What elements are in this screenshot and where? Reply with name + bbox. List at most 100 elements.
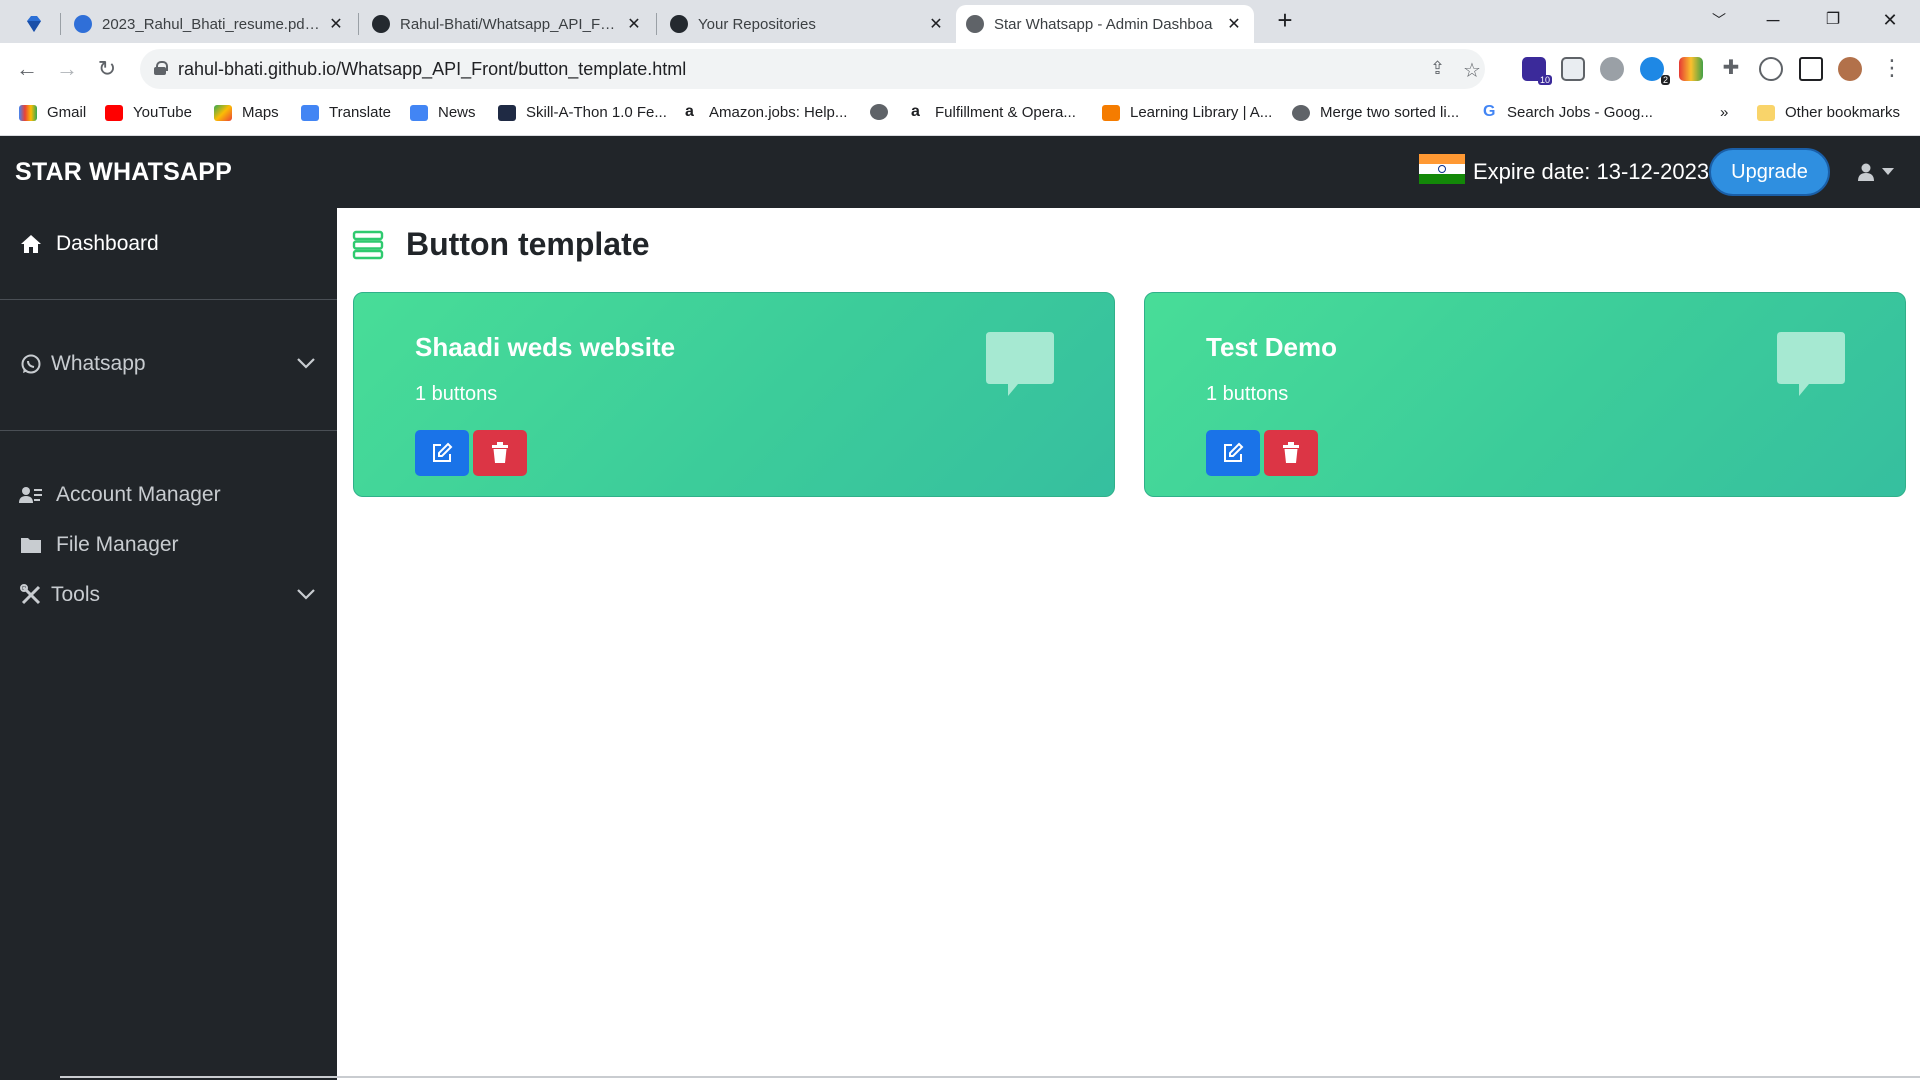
page-title: Button template [406, 226, 650, 262]
google-icon: G [1483, 102, 1496, 120]
bookmark-merge-sorted[interactable]: Merge two sorted li... [1292, 104, 1459, 121]
tab-title: Star Whatsapp - Admin Dashboa [994, 15, 1213, 33]
calendar-extension-icon[interactable] [1561, 57, 1585, 81]
settings-extension-icon[interactable] [1600, 57, 1624, 81]
browser-tab-strip: 2023_Rahul_Bhati_resume.pdf - P ✕ Rahul-… [0, 0, 1920, 43]
gmail-icon [19, 104, 37, 121]
server-stack-icon [352, 230, 384, 259]
page-header: Button template [352, 226, 650, 263]
share-icon[interactable]: ⇪ [1430, 58, 1445, 79]
news-icon [410, 104, 428, 121]
address-bar[interactable]: rahul-bhati.github.io/Whatsapp_API_Front… [140, 49, 1485, 89]
edit-icon [1224, 442, 1244, 462]
tab-title: 2023_Rahul_Bhati_resume.pdf - P [102, 15, 320, 33]
bookmark-maps[interactable]: Maps [214, 104, 279, 121]
sidebar-item-file-manager[interactable]: File Manager [0, 525, 337, 565]
edit-button[interactable] [1206, 430, 1260, 476]
bookmark-skill-a-thon[interactable]: Skill-A-Thon 1.0 Fe... [498, 104, 667, 121]
close-tab-icon[interactable]: ✕ [926, 14, 946, 34]
tab-github-repo[interactable]: Rahul-Bhati/Whatsapp_API_Front ✕ [362, 5, 654, 43]
puzzle-icon[interactable]: ✚ [1719, 57, 1743, 81]
chevron-down-icon [297, 589, 315, 600]
tab-star-whatsapp[interactable]: Star Whatsapp - Admin Dashboa ✕ [956, 5, 1254, 43]
expire-date: Expire date: 13-12-2023 [1473, 159, 1710, 184]
bookmark-gmail[interactable]: Gmail [19, 104, 86, 121]
sidebar-item-label: Whatsapp [51, 352, 146, 375]
new-tab-button[interactable]: + [1270, 6, 1300, 36]
bookmark-label: Amazon.jobs: Help... [709, 104, 848, 121]
home-icon [19, 232, 43, 256]
bookmark-fulfillment[interactable]: a Fulfillment & Opera... [911, 103, 1076, 121]
github-icon [372, 15, 390, 33]
other-bookmarks-folder[interactable]: Other bookmarks [1757, 104, 1900, 121]
card-button-count: 1 buttons [1206, 383, 1289, 405]
tab-search-icon[interactable]: ﹀ [1697, 6, 1741, 36]
app-header: STAR WHATSAPP Expire date: 13-12-2023 Up… [0, 136, 1920, 208]
restore-button[interactable]: ❐ [1811, 6, 1855, 36]
sidebar-item-whatsapp[interactable]: Whatsapp [0, 344, 337, 384]
hackerearth-icon [498, 104, 516, 121]
amazon-icon: a [685, 102, 694, 120]
bookmark-search-jobs[interactable]: G Search Jobs - Goog... [1483, 102, 1653, 121]
bookmark-translate[interactable]: Translate [301, 104, 391, 121]
bookmark-label: Translate [329, 104, 391, 121]
extension-icon[interactable]: 2 [1640, 57, 1670, 85]
diamond-icon [27, 16, 41, 32]
whatsapp-icon [19, 352, 43, 376]
minimize-button[interactable]: ─ [1751, 6, 1795, 36]
bookmark-youtube[interactable]: YouTube [105, 104, 192, 121]
folder-icon [1757, 104, 1775, 121]
sidebar-item-account-manager[interactable]: Account Manager [0, 475, 337, 515]
card-title: Shaadi weds website [415, 332, 676, 362]
bookmark-learning-library[interactable]: Learning Library | A... [1102, 104, 1272, 121]
url-text[interactable]: rahul-bhati.github.io/Whatsapp_API_Front… [178, 59, 686, 80]
chat-bubble-icon [986, 332, 1054, 396]
forward-button[interactable]: → [52, 55, 82, 85]
pdf-viewer-icon [74, 15, 92, 33]
extension-icon[interactable]: 10 [1522, 57, 1552, 85]
translate-icon [301, 104, 319, 121]
tab-resume-pdf[interactable]: 2023_Rahul_Bhati_resume.pdf - P ✕ [64, 5, 356, 43]
edit-button[interactable] [415, 430, 469, 476]
performance-icon[interactable] [1759, 57, 1783, 81]
sidebar-item-tools[interactable]: Tools [0, 575, 337, 615]
sidebar-item-dashboard[interactable]: Dashboard [0, 224, 337, 264]
profile-avatar[interactable] [1838, 57, 1862, 81]
window-bottom-edge [60, 1076, 1920, 1078]
bookmark-globe[interactable] [870, 104, 888, 120]
user-menu-toggle[interactable] [1850, 160, 1900, 184]
menu-dots-icon[interactable]: ⋮ [1880, 57, 1904, 81]
bookmark-amazon-jobs[interactable]: a Amazon.jobs: Help... [685, 102, 848, 121]
extension-badge: 2 [1660, 75, 1670, 85]
color-extension-icon[interactable] [1679, 57, 1703, 81]
edit-icon [433, 442, 453, 462]
more-bookmarks-button[interactable]: » [1720, 104, 1728, 121]
lock-icon [154, 61, 168, 75]
delete-button[interactable] [1264, 430, 1318, 476]
tab-your-repositories[interactable]: Your Repositories ✕ [660, 5, 956, 43]
sidebar-item-label: Account Manager [56, 483, 221, 506]
globe-icon [870, 104, 888, 120]
side-panel-icon[interactable] [1799, 57, 1823, 81]
back-button[interactable]: ← [12, 55, 42, 85]
upgrade-button[interactable]: Upgrade [1709, 148, 1830, 196]
close-tab-icon[interactable]: ✕ [1224, 14, 1244, 34]
reload-button[interactable]: ↻ [92, 55, 122, 85]
delete-button[interactable] [473, 430, 527, 476]
brand-logo-text[interactable]: STAR WHATSAPP [15, 158, 232, 187]
sidebar-item-label: File Manager [56, 533, 179, 556]
close-window-button[interactable]: ✕ [1868, 6, 1912, 36]
trash-icon [1283, 442, 1299, 463]
tab-title: Rahul-Bhati/Whatsapp_API_Front [400, 15, 618, 33]
bookmark-star-icon[interactable]: ☆ [1463, 58, 1481, 83]
trash-icon [492, 442, 508, 463]
chevron-double-right-icon: » [1720, 104, 1729, 121]
close-tab-icon[interactable]: ✕ [326, 14, 346, 34]
close-tab-icon[interactable]: ✕ [624, 14, 644, 34]
globe-icon [1292, 104, 1310, 121]
bookmark-news[interactable]: News [410, 104, 476, 121]
bookmark-label: Skill-A-Thon 1.0 Fe... [526, 104, 667, 121]
tab-pinned[interactable] [14, 5, 58, 43]
users-list-icon [19, 483, 43, 507]
card-title: Test Demo [1206, 332, 1337, 362]
